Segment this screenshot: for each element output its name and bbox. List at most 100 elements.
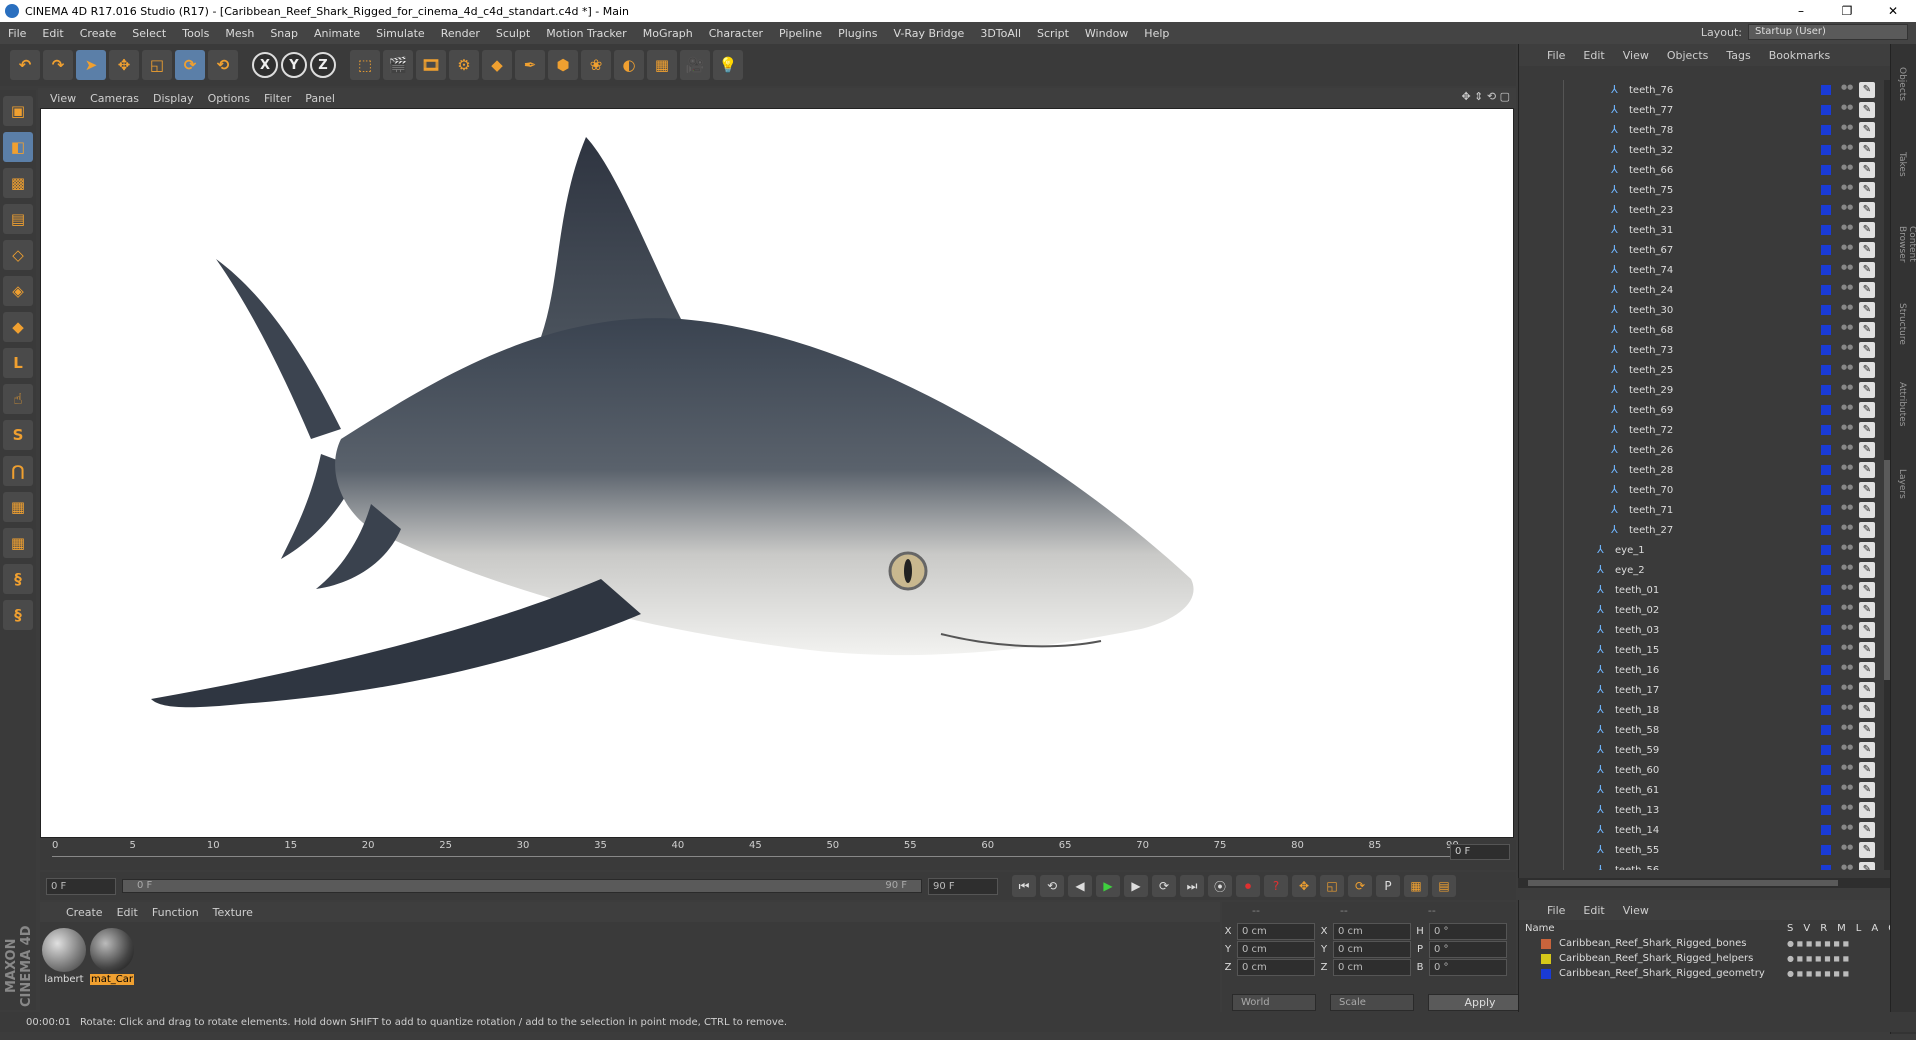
visibility-dots[interactable]: ●● — [1841, 864, 1853, 871]
object-tag-icon[interactable]: ✎ — [1859, 782, 1875, 798]
visibility-dots[interactable]: ●● — [1841, 504, 1853, 516]
object-row[interactable]: ⅄ teeth_71 ●● ✎ — [1519, 500, 1881, 520]
object-row[interactable]: ⅄ teeth_69 ●● ✎ — [1519, 400, 1881, 420]
visibility-dots[interactable]: ●● — [1841, 824, 1853, 836]
menu-sculpt[interactable]: Sculpt — [488, 27, 538, 40]
object-row[interactable]: ⅄ teeth_59 ●● ✎ — [1519, 740, 1881, 760]
object-tag-icon[interactable]: ✎ — [1859, 622, 1875, 638]
visibility-dots[interactable]: ●● — [1841, 444, 1853, 456]
next-frame-icon[interactable]: ▶ — [1124, 875, 1148, 897]
visibility-dots[interactable]: ●● — [1841, 844, 1853, 856]
object-tag-icon[interactable]: ✎ — [1859, 102, 1875, 118]
key-position-icon[interactable]: ✥ — [1292, 875, 1316, 897]
visibility-dots[interactable]: ●● — [1841, 384, 1853, 396]
object-tag-icon[interactable]: ✎ — [1859, 722, 1875, 738]
side-tab-attributes[interactable]: Attributes — [1891, 364, 1913, 444]
object-tag-icon[interactable]: ✎ — [1859, 542, 1875, 558]
shark-model[interactable] — [41, 109, 1513, 837]
object-tag-icon[interactable]: ✎ — [1859, 502, 1875, 518]
object-hscrollbar[interactable] — [1518, 878, 1890, 888]
object-row[interactable]: ⅄ teeth_31 ●● ✎ — [1519, 220, 1881, 240]
camera-icon[interactable]: 🎥 — [680, 50, 710, 80]
object-tag-icon[interactable]: ✎ — [1859, 662, 1875, 678]
visibility-dots[interactable]: ●● — [1841, 484, 1853, 496]
object-row[interactable]: ⅄ teeth_66 ●● ✎ — [1519, 160, 1881, 180]
rotation-field[interactable]: 0 ° — [1429, 922, 1507, 940]
object-tag-icon[interactable]: ✎ — [1859, 162, 1875, 178]
deformer-icon[interactable]: ◐ — [614, 50, 644, 80]
object-row[interactable]: ⅄ teeth_23 ●● ✎ — [1519, 200, 1881, 220]
object-tag-icon[interactable]: ✎ — [1859, 362, 1875, 378]
object-tag-icon[interactable]: ✎ — [1859, 222, 1875, 238]
cloner-icon[interactable]: ❀ — [581, 50, 611, 80]
position-field[interactable]: 0 cm — [1237, 922, 1315, 940]
cube-icon[interactable]: ◆ — [482, 50, 512, 80]
scale-icon[interactable]: ◱ — [142, 50, 172, 80]
visibility-dots[interactable]: ●● — [1841, 524, 1853, 536]
object-row[interactable]: ⅄ teeth_17 ●● ✎ — [1519, 680, 1881, 700]
frame-range-slider[interactable]: 0 F 90 F — [122, 879, 922, 893]
visibility-dots[interactable]: ●● — [1841, 764, 1853, 776]
visibility-dots[interactable]: ●● — [1841, 804, 1853, 816]
viewport-menu-view[interactable]: View — [50, 92, 76, 105]
menu-create[interactable]: Create — [72, 27, 125, 40]
visibility-dots[interactable]: ●● — [1841, 404, 1853, 416]
object-tag-icon[interactable]: ✎ — [1859, 642, 1875, 658]
coord-scale-dropdown[interactable]: Scale — [1330, 994, 1414, 1011]
menu-script[interactable]: Script — [1029, 27, 1077, 40]
object-row[interactable]: ⅄ teeth_02 ●● ✎ — [1519, 600, 1881, 620]
object-tag-icon[interactable]: ✎ — [1859, 242, 1875, 258]
object-tag-icon[interactable]: ✎ — [1859, 582, 1875, 598]
texture-mode-icon[interactable]: ▩ — [3, 168, 33, 198]
viewport-menu-filter[interactable]: Filter — [264, 92, 291, 105]
object-tag-icon[interactable]: ✎ — [1859, 322, 1875, 338]
object-row[interactable]: ⅄ teeth_27 ●● ✎ — [1519, 520, 1881, 540]
coordinate-system-icon[interactable]: ⬚ — [350, 50, 380, 80]
light-icon[interactable]: 💡 — [713, 50, 743, 80]
object-tag-icon[interactable]: ✎ — [1859, 602, 1875, 618]
object-tag-icon[interactable]: ✎ — [1859, 182, 1875, 198]
apply-button[interactable]: Apply — [1428, 994, 1532, 1011]
visibility-dots[interactable]: ●● — [1841, 604, 1853, 616]
visibility-dots[interactable]: ●● — [1841, 284, 1853, 296]
layer-flag-icons[interactable]: ● ◼ ◼ ◼ ◼ ◼ ◼ — [1787, 954, 1849, 963]
minimize-button[interactable]: – — [1778, 4, 1824, 18]
side-tab-takes[interactable]: Takes — [1891, 124, 1913, 204]
end-frame-field[interactable]: 90 F — [928, 877, 998, 895]
visibility-dots[interactable]: ●● — [1841, 684, 1853, 696]
viewport-menu-cameras[interactable]: Cameras — [90, 92, 139, 105]
render-picture-viewer-icon[interactable]: 🎞 — [416, 50, 446, 80]
key-rotation-icon[interactable]: ⟳ — [1348, 875, 1372, 897]
grid-snap-icon[interactable]: ▦ — [3, 528, 33, 558]
menu-pipeline[interactable]: Pipeline — [771, 27, 830, 40]
visibility-dots[interactable]: ●● — [1841, 224, 1853, 236]
object-row[interactable]: ⅄ teeth_75 ●● ✎ — [1519, 180, 1881, 200]
object-tag-icon[interactable]: ✎ — [1859, 482, 1875, 498]
menu-v-ray-bridge[interactable]: V-Ray Bridge — [885, 27, 972, 40]
visibility-dots[interactable]: ●● — [1841, 344, 1853, 356]
scale-field[interactable]: 0 cm — [1333, 922, 1411, 940]
visibility-dots[interactable]: ●● — [1841, 104, 1853, 116]
object-row[interactable]: ⅄ teeth_76 ●● ✎ — [1519, 80, 1881, 100]
rotation-field[interactable]: 0 ° — [1429, 940, 1507, 958]
material-menu-function[interactable]: Function — [152, 906, 199, 919]
object-tag-icon[interactable]: ✎ — [1859, 122, 1875, 138]
material-mat-car[interactable]: mat_Car — [90, 928, 134, 985]
scale-field[interactable]: 0 cm — [1333, 958, 1411, 976]
menu-plugins[interactable]: Plugins — [830, 27, 885, 40]
recent-tool-icon[interactable]: ⟲ — [208, 50, 238, 80]
menu-window[interactable]: Window — [1077, 27, 1136, 40]
material-menu-texture[interactable]: Texture — [213, 906, 253, 919]
object-tag-icon[interactable]: ✎ — [1859, 762, 1875, 778]
next-key-icon[interactable]: ⟳ — [1152, 875, 1176, 897]
object-tag-icon[interactable]: ✎ — [1859, 422, 1875, 438]
object-row[interactable]: ⅄ teeth_30 ●● ✎ — [1519, 300, 1881, 320]
scale-field[interactable]: 0 cm — [1333, 940, 1411, 958]
visibility-dots[interactable]: ●● — [1841, 324, 1853, 336]
position-field[interactable]: 0 cm — [1237, 940, 1315, 958]
object-tag-icon[interactable]: ✎ — [1859, 282, 1875, 298]
move-icon[interactable]: ✥ — [109, 50, 139, 80]
previous-key-icon[interactable]: ⟲ — [1040, 875, 1064, 897]
object-row[interactable]: ⅄ teeth_13 ●● ✎ — [1519, 800, 1881, 820]
rotation-field[interactable]: 0 ° — [1429, 958, 1507, 976]
